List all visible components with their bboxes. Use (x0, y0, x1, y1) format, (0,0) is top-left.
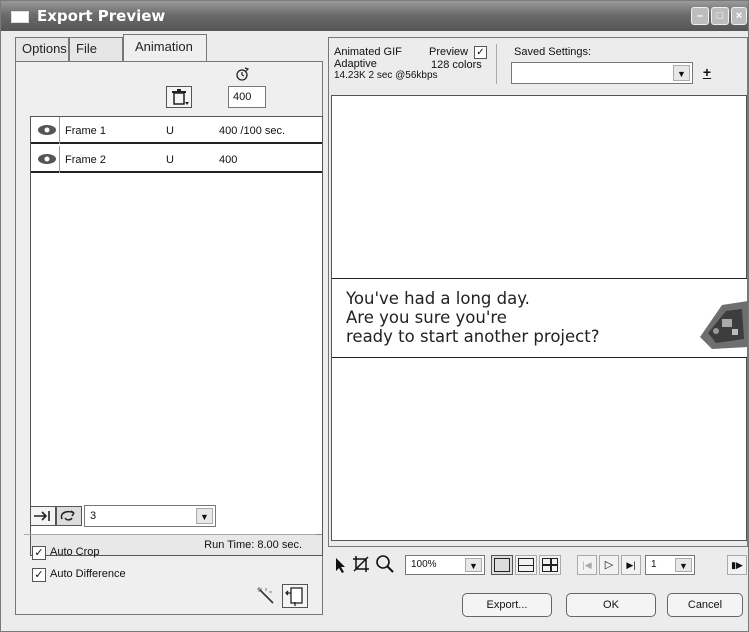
close-icon[interactable]: × (731, 7, 747, 25)
export-preview-window: Export Preview – □ × Options File Animat… (0, 0, 749, 632)
banner-line-3: ready to start another project? (346, 327, 600, 346)
preview-panel: Animated GIF Adaptive 14.23K 2 sec @56kb… (328, 37, 748, 547)
ok-button[interactable]: OK (566, 593, 656, 617)
loop-button[interactable] (56, 506, 82, 526)
preview-canvas[interactable]: You've had a long day. Are you sure you'… (331, 95, 748, 541)
frame-delay[interactable]: 400 (219, 154, 237, 166)
delete-frame-button[interactable] (166, 86, 192, 108)
animation-panel: 400 Frame 1 U 400 /100 sec. Frame 2 U 40… (15, 61, 323, 615)
frame-number-select[interactable]: 1 ▼ (645, 555, 695, 575)
banner-line-1: You've had a long day. (346, 289, 530, 308)
frame-name: Frame 1 (65, 125, 106, 137)
color-count: 128 colors (431, 59, 482, 71)
tab-file[interactable]: File (69, 37, 123, 61)
frame-list: Frame 1 U 400 /100 sec. Frame 2 U 400 Ru… (30, 116, 323, 556)
auto-crop-label: Auto Crop (50, 546, 100, 558)
banner-line-2: Are you sure you're (346, 308, 507, 327)
next-frame-button[interactable]: ▮▶ (727, 555, 747, 575)
auto-difference-checkbox[interactable]: ✓ (32, 568, 46, 582)
frame-delay-input[interactable]: 400 (228, 86, 266, 108)
chevron-down-icon[interactable]: ▼ (465, 558, 482, 572)
frame-row[interactable]: Frame 1 U 400 /100 sec. (31, 117, 322, 144)
chevron-down-icon[interactable]: ▼ (675, 558, 692, 572)
two-up-view-button[interactable] (515, 555, 537, 575)
crop-icon[interactable] (351, 554, 371, 574)
play-button[interactable]: ▷ (599, 555, 619, 575)
cancel-button[interactable]: Cancel (667, 593, 743, 617)
window-icon (11, 11, 29, 23)
preview-label: Preview (429, 46, 469, 58)
preview-banner: You've had a long day. Are you sure you'… (332, 278, 748, 358)
eye-icon[interactable] (37, 124, 57, 136)
saved-settings-select[interactable]: ▼ (511, 62, 693, 84)
tab-options[interactable]: Options (15, 37, 69, 61)
document-icon (285, 587, 303, 606)
single-view-button[interactable] (491, 555, 513, 575)
maximize-icon[interactable]: □ (711, 7, 729, 25)
last-frame-button[interactable]: ▶| (621, 555, 641, 575)
magic-wand-icon (257, 587, 274, 604)
size-estimate: 14.23K 2 sec @56kbps (334, 70, 438, 81)
chevron-down-icon[interactable]: ▼ (196, 508, 213, 524)
play-once-button[interactable] (30, 506, 56, 526)
pointer-icon[interactable] (333, 556, 347, 574)
circuit-board-image (700, 301, 748, 349)
auto-crop-checkbox[interactable]: ✓ (32, 546, 46, 560)
tab-animation[interactable]: Animation (123, 34, 207, 62)
frame-name: Frame 2 (65, 154, 106, 166)
first-frame-button[interactable]: |◀ (577, 555, 597, 575)
eye-icon[interactable] (37, 153, 57, 165)
add-settings-button[interactable]: + (699, 64, 715, 82)
loop-icon (60, 510, 75, 521)
frame-row[interactable]: Frame 2 U 400 (31, 146, 322, 173)
frame-delay[interactable]: 400 /100 sec. (219, 125, 285, 137)
palette-label: Adaptive (334, 58, 377, 70)
saved-settings-label: Saved Settings: (514, 46, 592, 58)
magic-wand-button[interactable] (254, 584, 278, 608)
chevron-down-icon[interactable]: ▼ (673, 65, 690, 81)
export-button[interactable]: Export... (462, 593, 552, 617)
play-once-icon (34, 511, 50, 521)
minimize-icon[interactable]: – (691, 7, 709, 25)
window-title: Export Preview (37, 7, 166, 25)
frame-disposal[interactable]: U (166, 154, 174, 166)
format-info: Animated GIF Adaptive 14.23K 2 sec @56kb… (334, 46, 438, 82)
trash-icon (172, 89, 189, 105)
format-label: Animated GIF (334, 46, 402, 58)
zoom-select[interactable]: 100% ▼ (405, 555, 485, 575)
distribute-frames-button[interactable] (282, 584, 308, 608)
clock-icon (236, 67, 250, 81)
frame-disposal[interactable]: U (166, 125, 174, 137)
auto-difference-label: Auto Difference (50, 568, 126, 580)
magnifier-icon[interactable] (375, 554, 395, 574)
loop-count-select[interactable]: 3 ▼ (84, 505, 216, 527)
title-bar[interactable]: Export Preview – □ × (1, 1, 748, 31)
zoom-value: 100% (411, 559, 437, 570)
loop-count-value: 3 (90, 510, 97, 522)
four-up-view-button[interactable] (539, 555, 561, 575)
frame-number-value: 1 (651, 559, 657, 570)
preview-checkbox[interactable]: ✓ (474, 46, 487, 59)
